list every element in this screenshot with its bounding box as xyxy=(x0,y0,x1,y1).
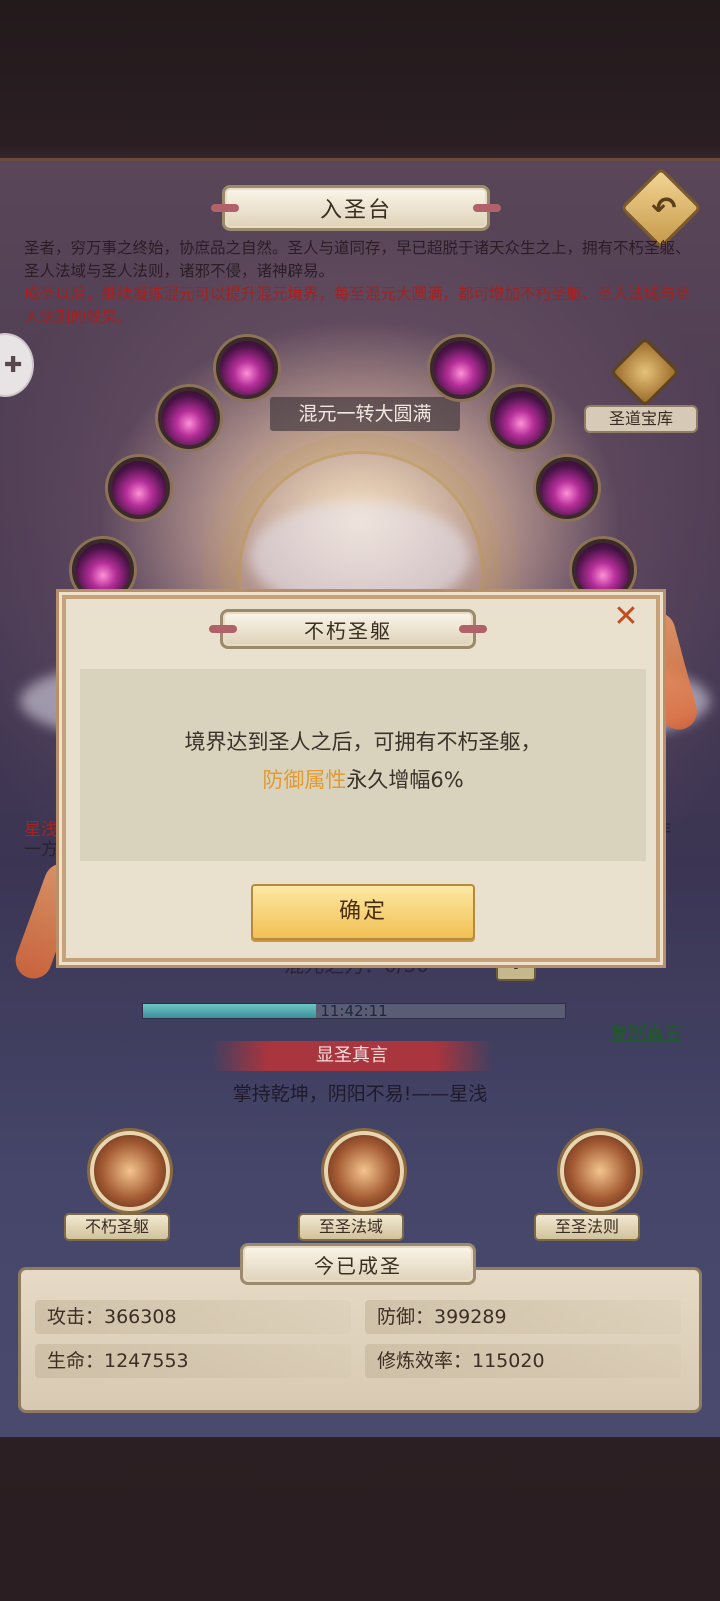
plaque-pin xyxy=(473,204,501,212)
flame-orb-icon[interactable] xyxy=(490,387,552,449)
plaque-pin xyxy=(211,204,239,212)
flame-orb-icon[interactable] xyxy=(72,539,134,601)
holy-law-icon xyxy=(560,1131,640,1211)
skill-immortal-body[interactable]: 不朽圣躯 xyxy=(64,1131,192,1251)
stat-attack: 攻击：366308 xyxy=(35,1300,351,1334)
timer-text: 11:42:11 xyxy=(320,1002,388,1020)
plaque-pin xyxy=(209,625,237,633)
title-plaque: 入圣台 xyxy=(211,185,501,231)
dialog-title: 不朽圣躯 xyxy=(304,618,392,643)
stat-life: 生命：1247553 xyxy=(35,1344,351,1378)
intro-line-2: 成圣以后，继续凝练混元可以提升混元境界，每至混元大圆满，都可增加不朽圣躯、圣人法… xyxy=(24,285,691,326)
stats-title-plaque: 今已成圣 xyxy=(240,1243,476,1285)
dialog-message: 境界达到圣人之后，可拥有不朽圣躯， 防御属性永久增幅6% xyxy=(80,723,646,799)
side-text: 一方 xyxy=(24,840,58,860)
confirm-button[interactable]: 确定 xyxy=(251,884,475,940)
dialog-title-plaque: 不朽圣躯 xyxy=(209,609,487,649)
realm-stage-banner: 混元一转大圆满 xyxy=(270,397,460,431)
skill-label: 至圣法则 xyxy=(534,1213,640,1241)
flame-orb-icon[interactable] xyxy=(108,457,170,519)
skill-label: 至圣法域 xyxy=(298,1213,404,1241)
page-title: 入圣台 xyxy=(319,198,392,223)
plaque-pin xyxy=(459,625,487,633)
dialog-line-2: 防御属性永久增幅6% xyxy=(80,761,646,799)
puzzle-icon: ✚ xyxy=(4,353,23,378)
skill-holy-law[interactable]: 至圣法则 xyxy=(534,1131,662,1251)
treasure-vault-icon xyxy=(609,336,681,408)
dialog-line-2-rest: 永久增幅6% xyxy=(346,768,464,792)
back-arrow-icon[interactable]: ↶ xyxy=(644,189,684,229)
close-icon[interactable]: ✕ xyxy=(610,601,642,633)
treasury-label[interactable]: 圣道宝库 xyxy=(584,405,698,433)
skill-label: 不朽圣躯 xyxy=(64,1213,170,1241)
dialog-line-1: 境界达到圣人之后，可拥有不朽圣躯， xyxy=(184,730,542,754)
game-screen: 入圣台 ↶ 圣者，穷万事之终始，协庶品之自然。圣人与道同存，早已超脱于诸天众生之… xyxy=(0,0,720,1601)
treasury-button[interactable] xyxy=(609,336,681,411)
stat-efficiency: 修炼效率：115020 xyxy=(365,1344,681,1378)
info-dialog: 不朽圣躯 ✕ 境界达到圣人之后，可拥有不朽圣躯， 防御属性永久增幅6% 确定 xyxy=(62,595,660,962)
sacred-words-banner: 显圣真言 xyxy=(212,1041,492,1071)
flame-orb-icon[interactable] xyxy=(216,337,278,399)
flame-orb-icon[interactable] xyxy=(158,387,220,449)
flame-orb-icon[interactable] xyxy=(430,337,492,399)
skill-holy-domain[interactable]: 至圣法域 xyxy=(298,1131,426,1251)
stats-frame: 攻击：366308 防御：399289 生命：1247553 修炼效率：1150… xyxy=(18,1267,702,1413)
sacred-quote: 掌持乾坤，阴阳不易!——星浅 xyxy=(232,1083,488,1105)
flame-orb-icon[interactable] xyxy=(536,457,598,519)
highlight-text: 防御属性 xyxy=(262,768,347,792)
intro-line-1: 圣者，穷万事之终始，协庶品之自然。圣人与道同存，早已超脱于诸天众生之上，拥有不朽… xyxy=(24,239,691,280)
immortal-body-icon xyxy=(90,1131,170,1211)
stats-title: 今已成圣 xyxy=(314,1253,402,1278)
puzzle-button[interactable]: ✚ xyxy=(0,333,34,397)
copy-words-link[interactable]: 复制真言 xyxy=(610,1019,682,1045)
holy-domain-icon xyxy=(324,1131,404,1211)
stat-defense: 防御：399289 xyxy=(365,1300,681,1334)
dialog-body: 境界达到圣人之后，可拥有不朽圣躯， 防御属性永久增幅6% xyxy=(80,669,646,861)
intro-text: 圣者，穷万事之终始，协庶品之自然。圣人与道同存，早已超脱于诸天众生之上，拥有不朽… xyxy=(24,237,704,329)
timer-bar: 11:42:11 xyxy=(142,1002,566,1020)
flame-orb-icon[interactable] xyxy=(572,539,634,601)
